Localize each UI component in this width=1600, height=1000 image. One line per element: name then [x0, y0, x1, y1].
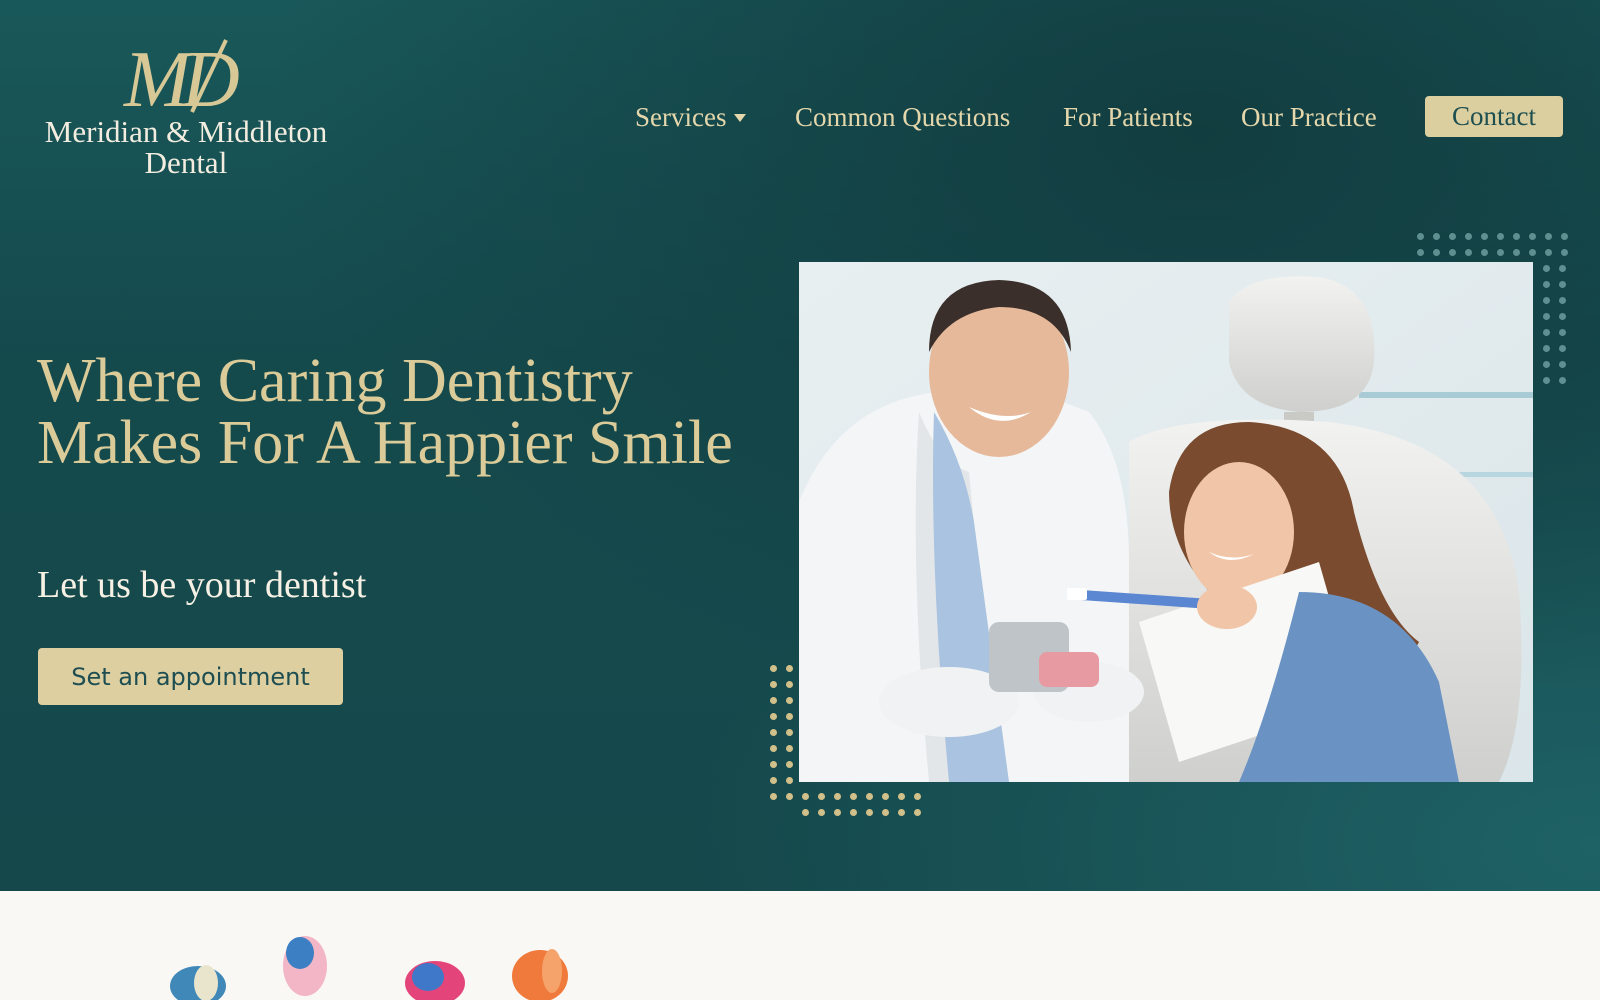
hero-section: M D Meridian & Middleton Dental Services… — [0, 0, 1600, 891]
decorative-dot — [770, 665, 777, 672]
decorative-dot — [1449, 249, 1456, 256]
decorative-dot — [1513, 249, 1520, 256]
decorative-dot — [898, 793, 905, 800]
decorative-dot — [770, 681, 777, 688]
decorative-dot — [1559, 297, 1566, 304]
decorative-dot — [1543, 265, 1550, 272]
hero-photo — [799, 262, 1533, 782]
decorative-dot — [786, 777, 793, 784]
decorative-dot — [1543, 345, 1550, 352]
decorative-dot — [818, 809, 825, 816]
decorative-dot — [1543, 297, 1550, 304]
decorative-dot — [1545, 233, 1552, 240]
decorative-dot — [1559, 361, 1566, 368]
decorative-dot — [802, 809, 809, 816]
decorative-dot — [882, 809, 889, 816]
logo-name-line2: Dental — [144, 145, 228, 180]
decorative-dot — [850, 793, 857, 800]
contact-button[interactable]: Contact — [1425, 96, 1563, 137]
decorative-dot — [1513, 233, 1520, 240]
decorative-dot — [1465, 233, 1472, 240]
decorative-dot — [1529, 249, 1536, 256]
logo-monogram-graphic: M D — [123, 36, 245, 124]
decorative-dot — [1417, 233, 1424, 240]
decorative-dot — [1529, 233, 1536, 240]
decorative-dot — [866, 809, 873, 816]
decorative-dot — [1559, 265, 1566, 272]
hero-headline: Where Caring Dentistry Makes For A Happi… — [37, 347, 733, 477]
decorative-dot — [786, 761, 793, 768]
decorative-dot — [786, 665, 793, 672]
decorative-dot — [1417, 249, 1424, 256]
logo-monogram: M D — [36, 34, 336, 124]
decorative-dot — [786, 745, 793, 752]
nav-item-services[interactable]: Services — [635, 96, 747, 138]
decorative-dot — [786, 793, 793, 800]
decorative-dot — [1497, 249, 1504, 256]
decorative-dot — [770, 777, 777, 784]
decorative-dot — [1433, 249, 1440, 256]
decorative-dot — [1559, 281, 1566, 288]
hero-subheadline: Let us be your dentist — [37, 564, 367, 606]
logo-name-line1: Meridian & Middleton — [44, 114, 328, 149]
nav-item-our-practice[interactable]: Our Practice — [1241, 96, 1377, 138]
dentist-with-child-image — [799, 262, 1533, 782]
decorative-dot — [770, 713, 777, 720]
decorative-dot — [1497, 233, 1504, 240]
decorative-dot — [770, 745, 777, 752]
decorative-dot — [770, 697, 777, 704]
nav-label-services: Services — [635, 102, 727, 132]
decorative-dot — [1559, 313, 1566, 320]
decorative-dot — [786, 713, 793, 720]
decorative-dot — [866, 793, 873, 800]
decorative-dot — [898, 809, 905, 816]
decorative-dot — [770, 729, 777, 736]
decorative-dot — [786, 729, 793, 736]
decorative-dot — [1543, 313, 1550, 320]
decorative-dot — [1561, 233, 1568, 240]
chevron-down-icon — [734, 113, 747, 122]
decorative-dot — [786, 697, 793, 704]
decorative-dot — [1559, 377, 1566, 384]
nav-item-for-patients[interactable]: For Patients — [1063, 96, 1193, 138]
decorative-dot — [1559, 345, 1566, 352]
decorative-dot — [786, 681, 793, 688]
decorative-dot — [1543, 361, 1550, 368]
decorative-dot — [1543, 281, 1550, 288]
decorative-dot — [770, 793, 777, 800]
decorative-dot — [850, 809, 857, 816]
decorative-dot — [914, 809, 921, 816]
toothbrushes-illustration — [170, 936, 568, 1000]
decorative-dot — [882, 793, 889, 800]
decorative-dot — [1465, 249, 1472, 256]
decorative-dot — [1481, 233, 1488, 240]
site-logo[interactable]: M D Meridian & Middleton Dental — [36, 34, 336, 178]
decorative-dot — [1559, 329, 1566, 336]
decorative-dot — [834, 809, 841, 816]
next-section — [0, 891, 1600, 1000]
decorative-dot — [1543, 377, 1550, 384]
set-appointment-button[interactable]: Set an appointment — [38, 648, 343, 705]
decorative-dot — [914, 793, 921, 800]
decorative-dot — [1433, 233, 1440, 240]
decorative-dot — [1481, 249, 1488, 256]
decorative-dot — [770, 761, 777, 768]
decorative-dot — [802, 793, 809, 800]
decorative-dot — [1449, 233, 1456, 240]
decorative-dot — [818, 793, 825, 800]
decorative-dot — [1543, 329, 1550, 336]
decorative-dot — [1545, 249, 1552, 256]
decorative-dot — [1561, 249, 1568, 256]
decorative-dot — [834, 793, 841, 800]
nav-item-common-questions[interactable]: Common Questions — [795, 96, 1010, 138]
